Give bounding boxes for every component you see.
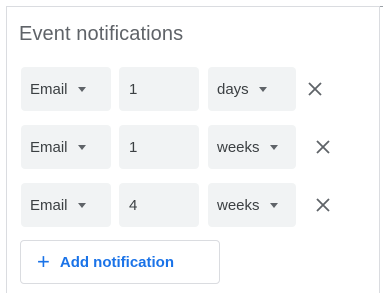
plus-icon: + xyxy=(37,249,50,274)
unit-select[interactable]: weeks xyxy=(208,125,296,169)
unit-select[interactable]: weeks xyxy=(208,183,296,227)
add-notification-label: Add notification xyxy=(59,253,175,271)
add-notification-button[interactable]: + Add notification xyxy=(20,240,220,284)
amount-value: 4 xyxy=(129,196,138,214)
amount-input[interactable]: 1 xyxy=(119,67,199,111)
method-select[interactable]: Email xyxy=(21,67,111,111)
amount-input[interactable]: 1 xyxy=(119,125,199,169)
chevron-down-icon xyxy=(77,87,86,92)
unit-value: weeks xyxy=(217,196,260,214)
notification-row: Email 1 weeks xyxy=(19,125,379,169)
method-value: Email xyxy=(30,196,68,214)
close-icon[interactable] xyxy=(305,79,325,99)
section-title: Event notifications xyxy=(19,23,184,45)
method-select[interactable]: Email xyxy=(21,183,111,227)
unit-value: days xyxy=(217,80,249,98)
notification-row: Email 1 days xyxy=(19,67,379,111)
close-icon[interactable] xyxy=(313,137,333,157)
amount-input[interactable]: 4 xyxy=(119,183,199,227)
method-value: Email xyxy=(30,138,68,156)
chevron-down-icon xyxy=(269,145,278,150)
amount-value: 1 xyxy=(129,138,138,156)
chevron-down-icon xyxy=(77,145,86,150)
unit-value: weeks xyxy=(217,138,260,156)
notification-row: Email 4 weeks xyxy=(19,183,379,227)
method-value: Email xyxy=(30,80,68,98)
panel-corner-mark xyxy=(380,6,383,7)
chevron-down-icon xyxy=(269,203,278,208)
chevron-down-icon xyxy=(77,203,86,208)
method-select[interactable]: Email xyxy=(21,125,111,169)
close-icon[interactable] xyxy=(313,195,333,215)
chevron-down-icon xyxy=(258,87,267,92)
event-notifications-panel: Event notifications Email 1 days Email 1… xyxy=(6,6,380,293)
unit-select[interactable]: days xyxy=(208,67,296,111)
amount-value: 1 xyxy=(129,80,138,98)
